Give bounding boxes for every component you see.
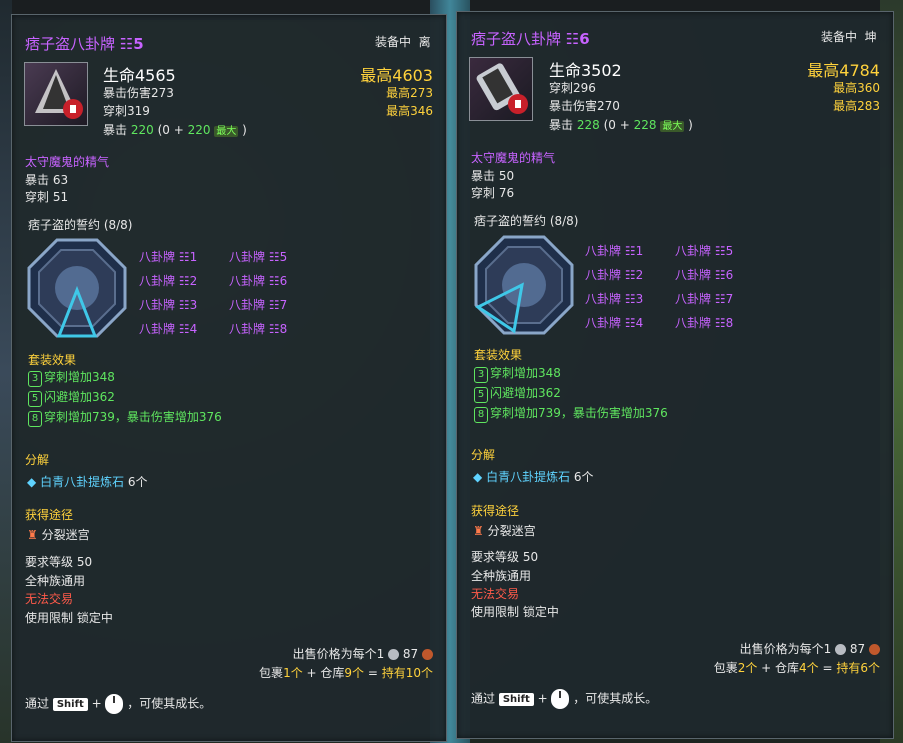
set-title: 痞子盗的誓约 (8/8): [474, 214, 579, 228]
set-item-2: 八卦牌 ☷2: [139, 274, 198, 288]
set-item-8: 八卦牌 ☷8: [229, 322, 288, 336]
bonus-line-2: 穿刺 76: [471, 186, 515, 200]
decompose-title: 分解: [471, 448, 496, 462]
set-effect-1: 3 穿刺增加348: [474, 364, 561, 383]
set-effect-1: 3 穿刺增加348: [28, 368, 115, 387]
source-title: 获得途径: [25, 508, 74, 522]
set-effect-2: 5 闪避增加362: [28, 388, 115, 407]
shift-key: Shift: [52, 697, 88, 711]
set-item-1: 八卦牌 ☷1: [139, 250, 198, 264]
dungeon-icon: ♜: [27, 528, 38, 542]
stat-line-2: 暴击伤害270: [549, 99, 620, 113]
use-limit: 使用限制 锁定中: [25, 611, 113, 625]
item-icon[interactable]: [24, 62, 88, 126]
stat-line-1: 暴击伤害273: [103, 86, 174, 100]
set-item-7: 八卦牌 ☷7: [229, 298, 288, 312]
source-line[interactable]: ♜ 分裂迷宫: [473, 522, 536, 539]
bonus-title: 太守魔鬼的精气: [25, 155, 110, 169]
equip-status: 装备中 离: [375, 35, 431, 49]
crit-line: 暴击 220 (0 + 220 最大 ): [103, 123, 247, 137]
hp-value: 生命3502: [549, 61, 622, 80]
set-item-3: 八卦牌 ☷3: [139, 298, 198, 312]
inventory-count: 包裹2个 + 仓库4个 = 持有6个: [713, 661, 880, 675]
copper-coin-icon: [869, 644, 880, 655]
required-level: 要求等级 50: [25, 555, 93, 569]
item-tooltip-right: 痞子盗八卦牌 ☷6 装备中 坤 生命3502 最高4784 穿刺296 最高36…: [456, 11, 894, 739]
sell-price: 出售价格为每个1 87: [293, 645, 433, 662]
silver-coin-icon: [835, 644, 847, 655]
trade-restriction: 无法交易: [25, 592, 74, 606]
sell-price: 出售价格为每个1 87: [740, 640, 880, 657]
item-title: 痞子盗八卦牌 ☷6: [471, 30, 590, 48]
set-effect-2: 5 闪避增加362: [474, 384, 561, 403]
set-item-2: 八卦牌 ☷2: [585, 268, 644, 282]
set-item-6: 八卦牌 ☷6: [229, 274, 288, 288]
set-effect-title: 套装效果: [474, 348, 523, 362]
item-icon[interactable]: [469, 57, 533, 121]
set-item-5: 八卦牌 ☷5: [229, 250, 288, 264]
set-item-3: 八卦牌 ☷3: [585, 292, 644, 306]
decompose-line[interactable]: ◆ 白青八卦提炼石 6个: [473, 468, 594, 485]
hp-value: 生命4565: [103, 66, 176, 85]
shift-key: Shift: [498, 692, 534, 706]
silver-coin-icon: [388, 649, 400, 660]
bonus-line-1: 暴击 50: [471, 169, 515, 183]
mouse-icon: [105, 694, 124, 714]
stat-line-2-max: 最高346: [386, 104, 433, 118]
gem-icon: ◆: [473, 470, 483, 484]
stat-line-1-max: 最高273: [386, 86, 433, 100]
bagua-set-icon: [27, 238, 127, 338]
set-item-4: 八卦牌 ☷4: [139, 322, 198, 336]
source-title: 获得途径: [471, 504, 520, 518]
growth-hint: 通过 Shift + ，可使其成长。: [25, 694, 211, 714]
item-tooltip-left: 痞子盗八卦牌 ☷5 装备中 离 生命4565 最高4603 暴击伤害273 最高…: [11, 14, 447, 742]
crit-line: 暴击 228 (0 + 228 最大 ): [549, 118, 693, 132]
bonus-line-2: 穿刺 51: [25, 190, 69, 204]
race-restriction: 全种族通用: [25, 574, 86, 588]
set-effect-title: 套装效果: [28, 353, 77, 367]
set-item-5: 八卦牌 ☷5: [675, 244, 734, 258]
set-effect-3: 8 穿刺增加739，暴击伤害增加376: [474, 404, 668, 423]
set-item-4: 八卦牌 ☷4: [585, 316, 644, 330]
stat-line-2: 穿刺319: [103, 104, 150, 118]
mouse-icon: [551, 689, 570, 709]
set-item-7: 八卦牌 ☷7: [675, 292, 734, 306]
bonus-title: 太守魔鬼的精气: [471, 151, 556, 165]
growth-hint: 通过 Shift + ，可使其成长。: [471, 689, 657, 709]
decompose-title: 分解: [25, 453, 50, 467]
set-effect-3: 8 穿刺增加739，暴击伤害增加376: [28, 408, 222, 427]
item-title: 痞子盗八卦牌 ☷5: [25, 35, 144, 53]
set-item-6: 八卦牌 ☷6: [675, 268, 734, 282]
hp-max: 最高4603: [360, 66, 433, 85]
stat-line-2-max: 最高283: [833, 99, 880, 113]
source-line[interactable]: ♜ 分裂迷宫: [27, 526, 90, 543]
set-item-8: 八卦牌 ☷8: [675, 316, 734, 330]
inventory-count: 包裹1个 + 仓库9个 = 持有10个: [259, 666, 433, 680]
bagua-set-icon: [474, 235, 574, 335]
set-item-1: 八卦牌 ☷1: [585, 244, 644, 258]
stat-line-1-max: 最高360: [833, 81, 880, 95]
set-title: 痞子盗的誓约 (8/8): [28, 218, 133, 232]
trade-restriction: 无法交易: [471, 587, 520, 601]
dungeon-icon: ♜: [473, 524, 484, 538]
required-level: 要求等级 50: [471, 550, 539, 564]
race-restriction: 全种族通用: [471, 569, 532, 583]
gem-icon: ◆: [27, 475, 37, 489]
hp-max: 最高4784: [807, 61, 880, 80]
stat-line-1: 穿刺296: [549, 81, 596, 95]
bonus-line-1: 暴击 63: [25, 173, 69, 187]
equip-status: 装备中 坤: [821, 30, 877, 44]
copper-coin-icon: [422, 649, 433, 660]
decompose-line[interactable]: ◆ 白青八卦提炼石 6个: [27, 473, 148, 490]
use-limit: 使用限制 锁定中: [471, 605, 559, 619]
